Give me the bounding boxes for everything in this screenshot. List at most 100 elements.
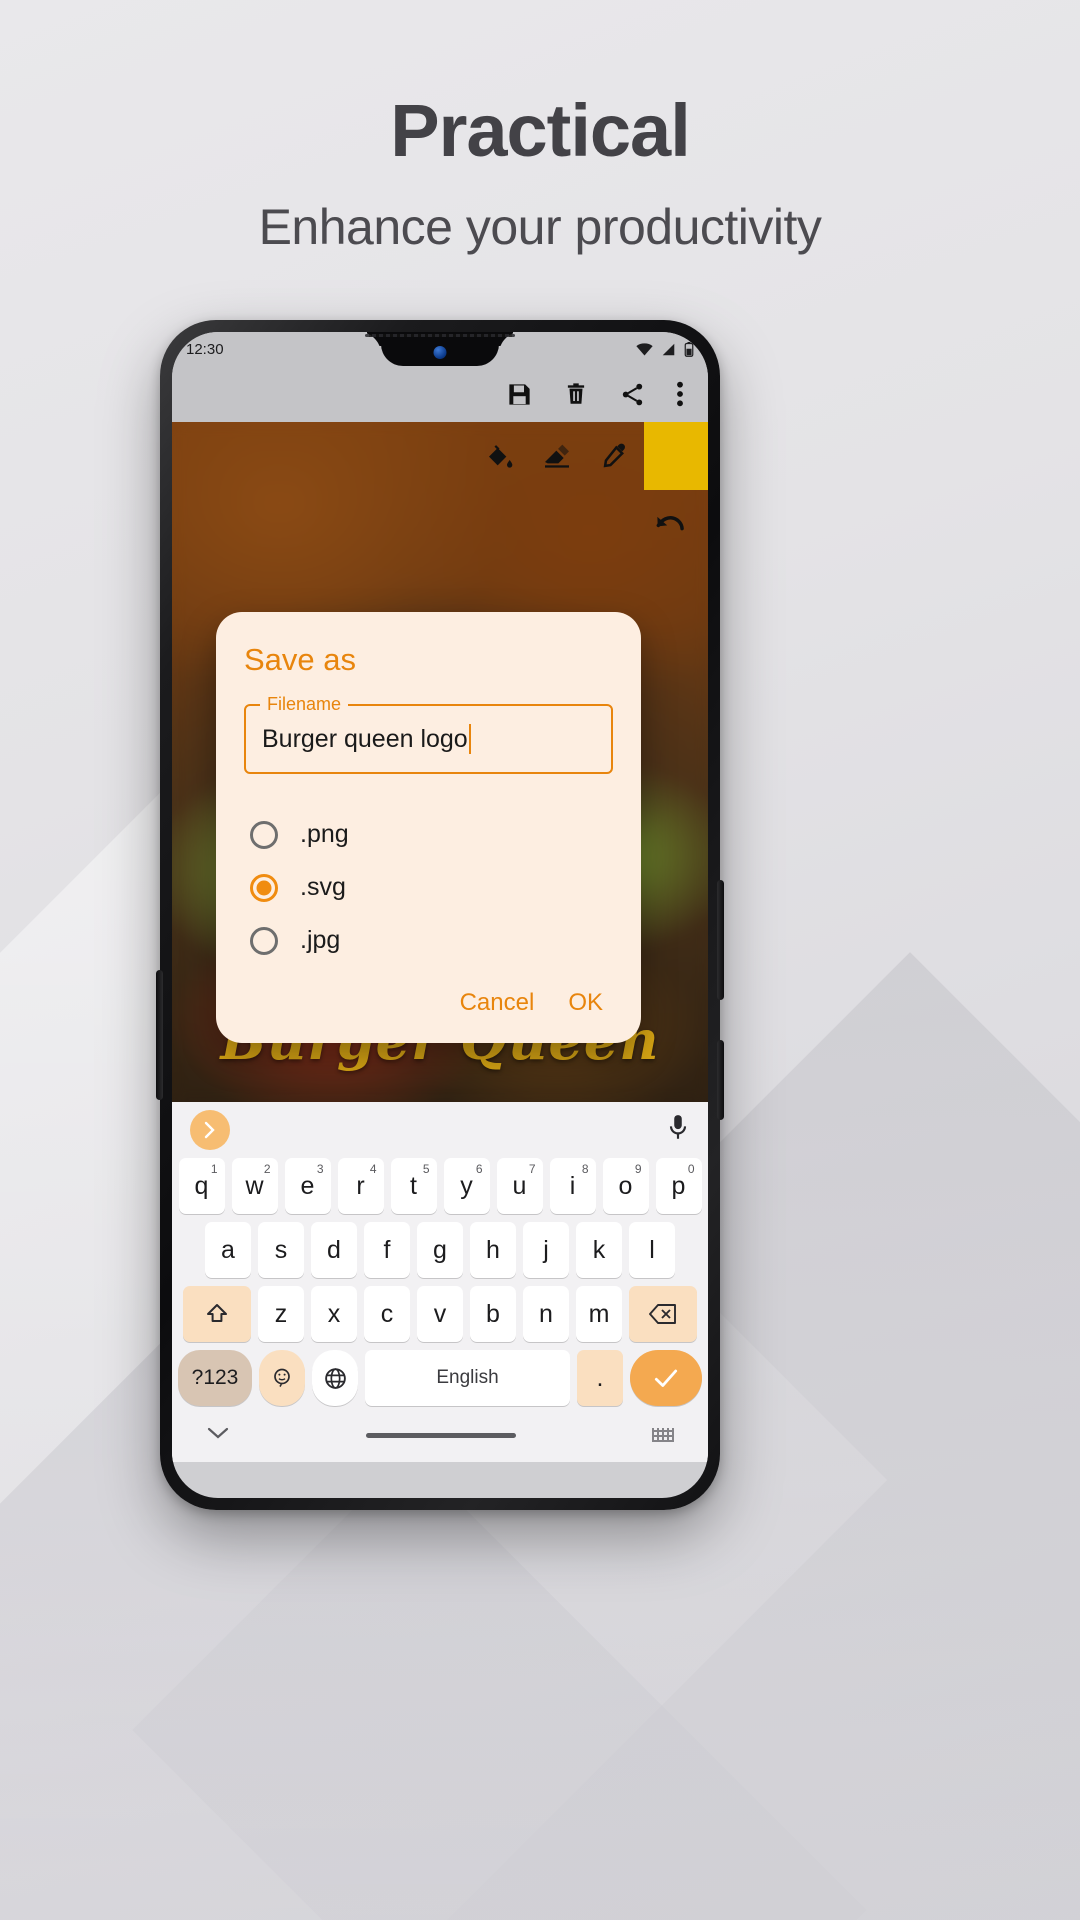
radio-png[interactable]	[250, 820, 278, 849]
key-r-label: r	[356, 1171, 365, 1200]
format-option-jpg[interactable]: .jpg	[244, 914, 613, 967]
shift-icon[interactable]	[183, 1286, 251, 1342]
power-button	[717, 1040, 724, 1120]
key-d[interactable]: d	[311, 1222, 357, 1278]
key-j[interactable]: j	[523, 1222, 569, 1278]
key-i[interactable]: 8i	[549, 1158, 596, 1214]
signal-icon	[662, 343, 675, 355]
radio-svg-label: .svg	[300, 873, 346, 901]
key-x[interactable]: x	[311, 1286, 357, 1342]
promo-headline: Practical	[390, 89, 691, 172]
keyboard-row-4: ?123 English .	[172, 1350, 708, 1406]
key-a[interactable]: a	[205, 1222, 251, 1278]
filename-field[interactable]: Filename Burger queen logo	[244, 694, 613, 774]
filename-label: Filename	[260, 694, 349, 715]
key-w[interactable]: 2w	[231, 1158, 278, 1214]
chevron-right-icon[interactable]	[190, 1110, 230, 1150]
key-l[interactable]: l	[629, 1222, 675, 1278]
key-z[interactable]: z	[258, 1286, 304, 1342]
navigation-bar	[172, 1414, 708, 1456]
key-q-num: 1	[210, 1162, 218, 1176]
promo-text-block: Practical Enhance your productivity	[0, 92, 1080, 256]
key-u-label: u	[512, 1171, 527, 1200]
language-globe-icon[interactable]	[312, 1350, 358, 1406]
front-camera	[433, 346, 447, 359]
left-side-button	[156, 970, 163, 1100]
enter-key[interactable]	[630, 1350, 702, 1406]
dialog-actions: Cancel OK	[244, 989, 613, 1025]
key-s[interactable]: s	[258, 1222, 304, 1278]
format-option-png[interactable]: .png	[244, 808, 613, 861]
key-p-label: p	[671, 1171, 686, 1200]
share-icon[interactable]	[619, 381, 646, 408]
earpiece-speaker	[365, 334, 515, 337]
period-key[interactable]: .	[577, 1350, 623, 1406]
cancel-button[interactable]: Cancel	[460, 989, 535, 1017]
key-o-label: o	[618, 1171, 633, 1200]
key-u[interactable]: 7u	[496, 1158, 543, 1214]
radio-svg[interactable]	[250, 873, 278, 902]
filename-input[interactable]: Burger queen logo	[262, 725, 468, 754]
key-w-label: w	[245, 1171, 264, 1200]
key-h[interactable]: h	[470, 1222, 516, 1278]
keyboard-row-1: 1q 2w 3e 4r 5t 6y 7u 8i 9o 0p	[172, 1158, 708, 1214]
key-k[interactable]: k	[576, 1222, 622, 1278]
key-y[interactable]: 6y	[443, 1158, 490, 1214]
key-m[interactable]: m	[576, 1286, 622, 1342]
key-p-num: 0	[687, 1162, 695, 1176]
microphone-icon[interactable]	[666, 1114, 690, 1147]
keyboard: 1q 2w 3e 4r 5t 6y 7u 8i 9o 0p a s d f g …	[172, 1102, 708, 1462]
text-caret	[468, 724, 471, 754]
home-gesture-pill[interactable]	[366, 1432, 516, 1438]
phone-screen: 12:30 Save as Filename Burger queen logo…	[172, 332, 708, 1498]
key-v[interactable]: v	[417, 1286, 463, 1342]
promo-subheadline: Enhance your productivity	[258, 198, 822, 255]
status-time: 12:30	[186, 340, 224, 358]
chevron-down-icon[interactable]	[206, 1425, 230, 1446]
key-o[interactable]: 9o	[602, 1158, 649, 1214]
notch	[381, 332, 499, 366]
key-t-label: t	[410, 1171, 417, 1200]
key-i-label: i	[569, 1171, 576, 1200]
key-b[interactable]: b	[470, 1286, 516, 1342]
key-q[interactable]: 1q	[178, 1158, 225, 1214]
symbols-key[interactable]: ?123	[178, 1350, 252, 1406]
keyboard-row-3: z x c v b n m	[172, 1286, 708, 1342]
checkmark-icon	[654, 1369, 678, 1387]
key-c[interactable]: c	[364, 1286, 410, 1342]
space-key[interactable]: English	[365, 1350, 570, 1406]
delete-icon[interactable]	[563, 381, 589, 407]
dialog-title: Save as	[244, 642, 357, 677]
key-t[interactable]: 5t	[390, 1158, 437, 1214]
key-q-label: q	[194, 1171, 209, 1200]
battery-icon	[684, 341, 694, 357]
radio-jpg[interactable]	[250, 926, 278, 955]
key-r[interactable]: 4r	[337, 1158, 384, 1214]
key-y-label: y	[460, 1171, 473, 1200]
format-option-svg[interactable]: .svg	[244, 861, 613, 914]
key-f[interactable]: f	[364, 1222, 410, 1278]
radio-jpg-label: .jpg	[300, 926, 341, 954]
key-e[interactable]: 3e	[284, 1158, 331, 1214]
radio-png-label: .png	[300, 820, 349, 848]
phone-mockup: 12:30 Save as Filename Burger queen logo…	[156, 320, 724, 1510]
emoji-icon[interactable]	[259, 1350, 305, 1406]
key-n[interactable]: n	[523, 1286, 569, 1342]
app-toolbar	[172, 366, 708, 422]
overflow-menu-icon[interactable]	[676, 380, 684, 408]
key-p[interactable]: 0p	[655, 1158, 702, 1214]
key-g[interactable]: g	[417, 1222, 463, 1278]
keyboard-row-2: a s d f g h j k l	[172, 1222, 708, 1278]
key-o-num: 9	[634, 1162, 642, 1176]
drawing-canvas[interactable]: Burger Queen Save as Filename Burger que…	[172, 422, 708, 1102]
keyboard-grid-icon[interactable]	[652, 1428, 674, 1442]
key-w-num: 2	[263, 1162, 271, 1176]
volume-button	[717, 880, 724, 1000]
key-e-num: 3	[316, 1162, 324, 1176]
ok-button[interactable]: OK	[568, 989, 603, 1017]
key-y-num: 6	[475, 1162, 483, 1176]
key-r-num: 4	[369, 1162, 377, 1176]
backspace-icon[interactable]	[629, 1286, 697, 1342]
keyboard-suggestion-strip	[172, 1102, 708, 1158]
save-icon[interactable]	[506, 381, 533, 408]
